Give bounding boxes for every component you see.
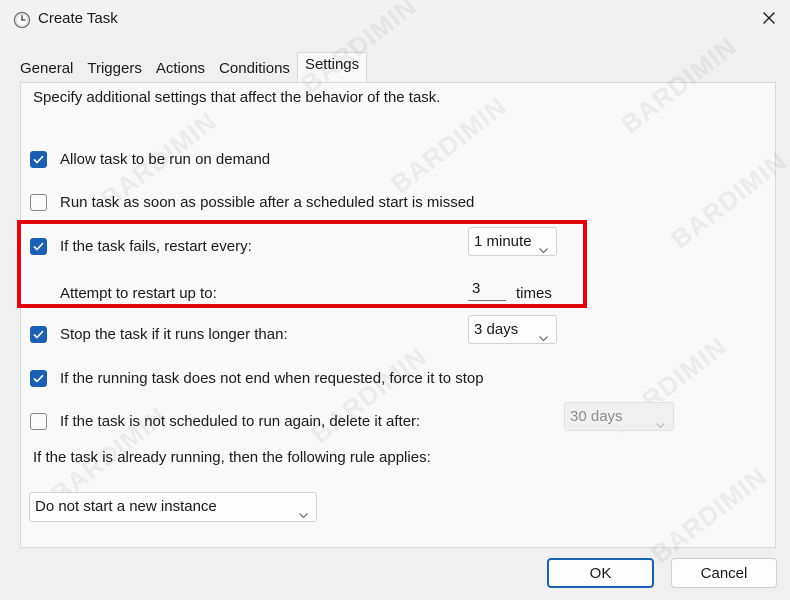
tab-general[interactable]: General — [13, 56, 80, 82]
delete-after-label: If the task is not scheduled to run agai… — [60, 413, 421, 430]
delete-after-value: 30 days — [570, 408, 623, 425]
ok-button[interactable]: OK — [547, 558, 654, 588]
window-title: Create Task — [38, 10, 118, 27]
tab-actions[interactable]: Actions — [149, 56, 212, 82]
cancel-button[interactable]: Cancel — [671, 558, 777, 588]
chevron-down-icon — [299, 505, 308, 522]
running-rule-value: Do not start a new instance — [35, 498, 217, 515]
stop-if-longer-label: Stop the task if it runs longer than: — [60, 326, 288, 343]
tab-conditions[interactable]: Conditions — [212, 56, 297, 82]
checkmark-icon — [33, 155, 44, 164]
run-asap-checkbox[interactable] — [30, 194, 47, 211]
chevron-down-icon — [656, 415, 665, 432]
delete-after-dropdown[interactable]: 30 days — [564, 402, 674, 431]
title-bar: Create Task — [0, 0, 790, 40]
tab-triggers[interactable]: Triggers — [80, 56, 148, 82]
allow-on-demand-label: Allow task to be run on demand — [60, 151, 271, 168]
force-stop-checkbox[interactable] — [30, 370, 47, 387]
run-asap-label: Run task as soon as possible after a sch… — [60, 194, 475, 211]
chevron-down-icon — [539, 328, 548, 345]
checkmark-icon — [33, 374, 44, 383]
force-stop-label: If the running task does not end when re… — [60, 370, 484, 387]
highlight-box — [17, 220, 587, 308]
stop-if-longer-checkbox[interactable] — [30, 326, 47, 343]
allow-on-demand-checkbox[interactable] — [30, 151, 47, 168]
stop-duration-dropdown[interactable]: 3 days — [468, 315, 557, 344]
tab-settings[interactable]: Settings — [296, 52, 368, 82]
checkmark-icon — [33, 330, 44, 339]
close-icon — [762, 11, 776, 29]
running-rule-label: If the task is already running, then the… — [33, 449, 431, 466]
settings-description: Specify additional settings that affect … — [33, 89, 441, 106]
delete-after-checkbox[interactable] — [30, 413, 47, 430]
close-button[interactable] — [752, 4, 786, 36]
stop-duration-value: 3 days — [474, 321, 519, 338]
running-rule-dropdown[interactable]: Do not start a new instance — [29, 492, 317, 522]
clock-icon — [13, 11, 31, 29]
tab-strip: General Triggers Actions Conditions Sett… — [13, 52, 368, 82]
